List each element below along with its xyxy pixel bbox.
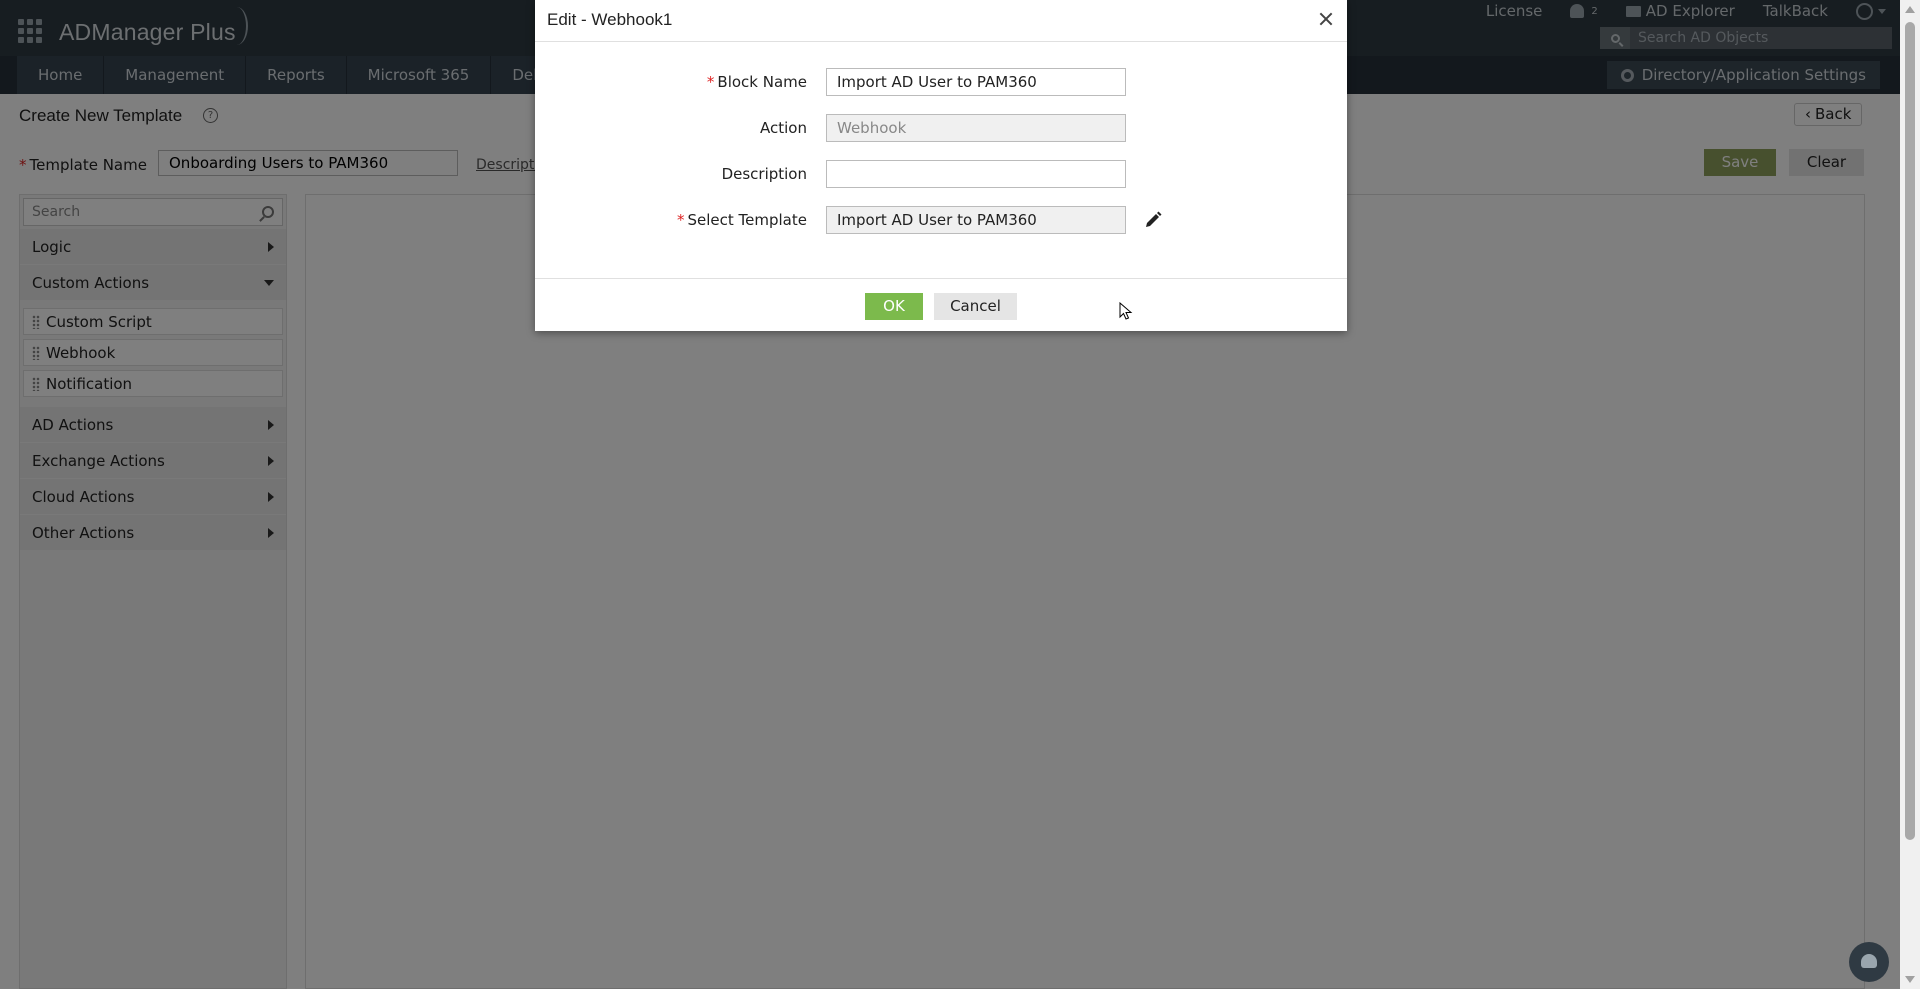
ok-button[interactable]: OK	[865, 293, 923, 320]
mouse-cursor-icon	[1119, 302, 1133, 320]
required-marker: *	[677, 211, 685, 229]
chat-support-icon[interactable]	[1849, 942, 1889, 982]
dialog-footer: OK Cancel	[535, 278, 1347, 331]
close-icon[interactable]	[1317, 10, 1335, 28]
select-template-row: * Select Template	[535, 206, 1347, 234]
select-template-label: * Select Template	[677, 211, 807, 229]
action-label: Action	[760, 119, 807, 137]
dialog-title: Edit - Webhook1	[547, 10, 673, 29]
action-field	[826, 114, 1126, 142]
action-row: Action	[535, 114, 1347, 142]
dialog-header: Edit - Webhook1	[535, 0, 1347, 42]
description-input[interactable]	[826, 160, 1126, 188]
block-name-label: * Block Name	[706, 73, 807, 91]
block-name-input[interactable]	[826, 68, 1126, 96]
description-row: Description	[535, 160, 1347, 188]
scrollbar-thumb[interactable]	[1905, 22, 1915, 840]
description-label: Description	[721, 165, 807, 183]
cancel-button[interactable]: Cancel	[934, 293, 1017, 320]
pencil-icon[interactable]	[1143, 210, 1163, 230]
select-template-field[interactable]	[826, 206, 1126, 234]
scroll-up-icon[interactable]	[1905, 6, 1915, 13]
required-marker: *	[706, 73, 715, 91]
edit-webhook-dialog: Edit - Webhook1 *Block Name Action Descr…	[535, 0, 1347, 331]
scroll-down-icon[interactable]	[1905, 976, 1915, 983]
block-name-row: * Block Name	[535, 68, 1347, 96]
page-scrollbar[interactable]	[1900, 0, 1920, 989]
